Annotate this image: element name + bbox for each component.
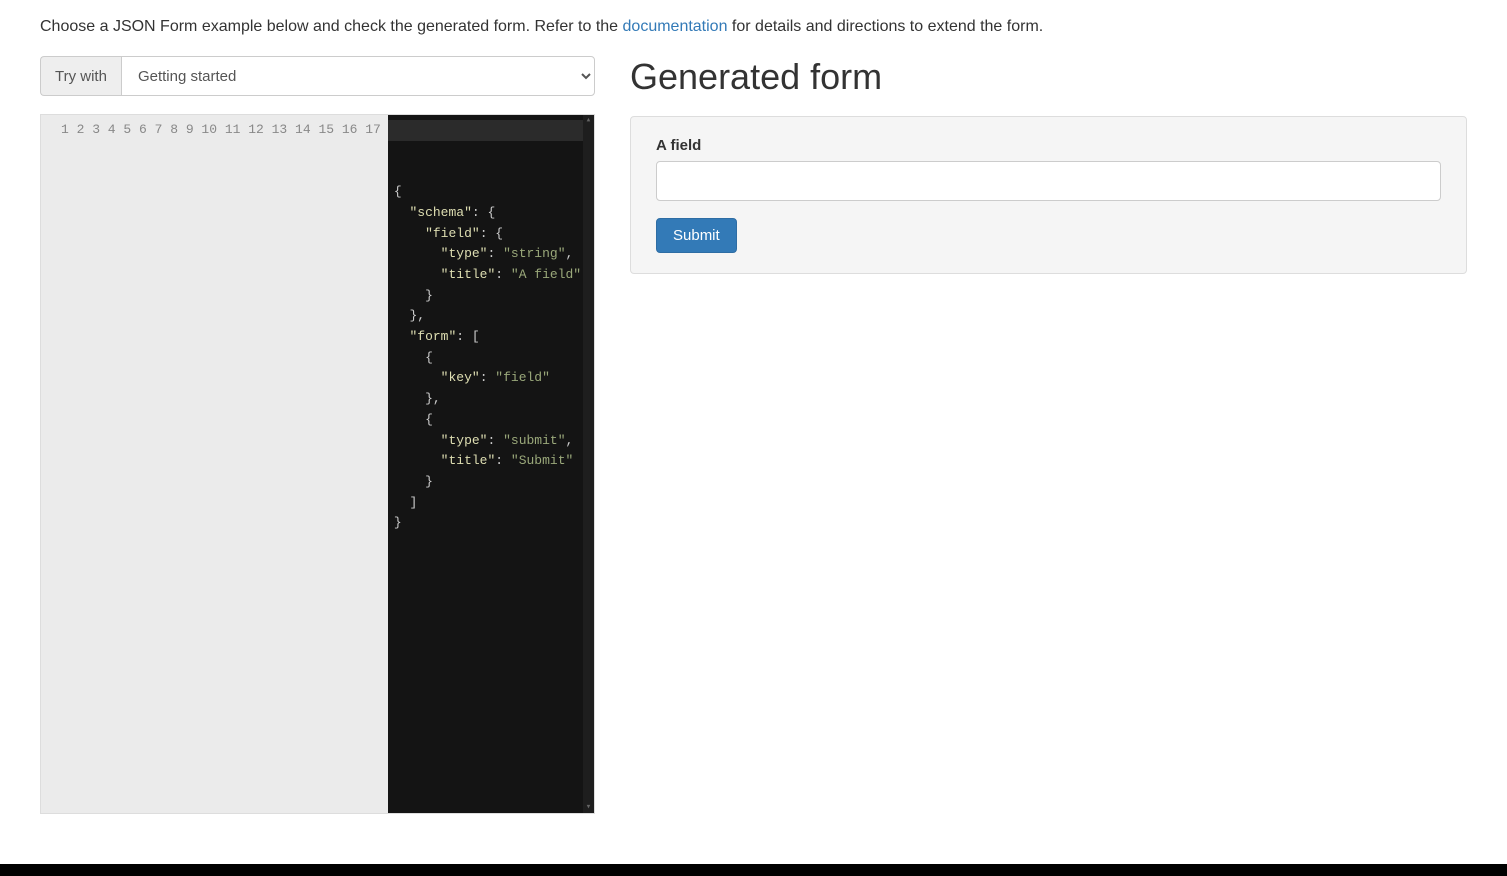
editor-gutter: 1 2 3 4 5 6 7 8 9 10 11 12 13 14 15 16 1…	[41, 115, 388, 813]
code-line[interactable]: }	[394, 513, 588, 534]
left-column: Try with Getting started 1 2 3 4 5 6 7 8…	[40, 56, 595, 814]
code-line[interactable]: "key": "field"	[394, 368, 588, 389]
right-column: Generated form A field Submit	[630, 56, 1467, 814]
example-select[interactable]: Getting started	[121, 56, 595, 96]
code-line[interactable]: {	[394, 348, 588, 369]
intro-text: Choose a JSON Form example below and che…	[40, 18, 1467, 36]
code-line[interactable]: {	[394, 410, 588, 431]
documentation-link[interactable]: documentation	[623, 18, 728, 35]
generated-form-heading: Generated form	[630, 56, 1467, 98]
submit-button[interactable]: Submit	[656, 218, 737, 253]
code-line[interactable]: },	[394, 389, 588, 410]
code-line[interactable]: "title": "Submit"	[394, 451, 588, 472]
generated-form-panel: A field Submit	[630, 116, 1467, 274]
bottom-bar	[0, 864, 1507, 876]
code-line[interactable]: }	[394, 286, 588, 307]
field-input[interactable]	[656, 161, 1441, 201]
code-line[interactable]: "form": [	[394, 327, 588, 348]
code-line[interactable]: },	[394, 306, 588, 327]
code-line[interactable]: "schema": {	[394, 203, 588, 224]
scroll-down-icon[interactable]: ▾	[583, 802, 594, 813]
scroll-up-icon[interactable]: ▴	[583, 115, 594, 126]
example-selector-group: Try with Getting started	[40, 56, 595, 96]
intro-after: for details and directions to extend the…	[727, 18, 1043, 35]
intro-before: Choose a JSON Form example below and che…	[40, 18, 623, 35]
field-group: A field	[656, 137, 1441, 201]
try-with-label: Try with	[40, 56, 121, 96]
code-line[interactable]: "title": "A field"	[394, 265, 588, 286]
code-line[interactable]: ]	[394, 493, 588, 514]
code-line[interactable]: "type": "string",	[394, 244, 588, 265]
code-line[interactable]: "type": "submit",	[394, 431, 588, 452]
editor-code-area[interactable]: { "schema": { "field": { "type": "string…	[388, 115, 594, 813]
code-line[interactable]: "field": {	[394, 224, 588, 245]
code-editor[interactable]: 1 2 3 4 5 6 7 8 9 10 11 12 13 14 15 16 1…	[40, 114, 595, 814]
code-line[interactable]: {	[394, 182, 588, 203]
active-line-highlight	[388, 120, 594, 141]
field-label: A field	[656, 137, 1441, 154]
code-line[interactable]: }	[394, 472, 588, 493]
